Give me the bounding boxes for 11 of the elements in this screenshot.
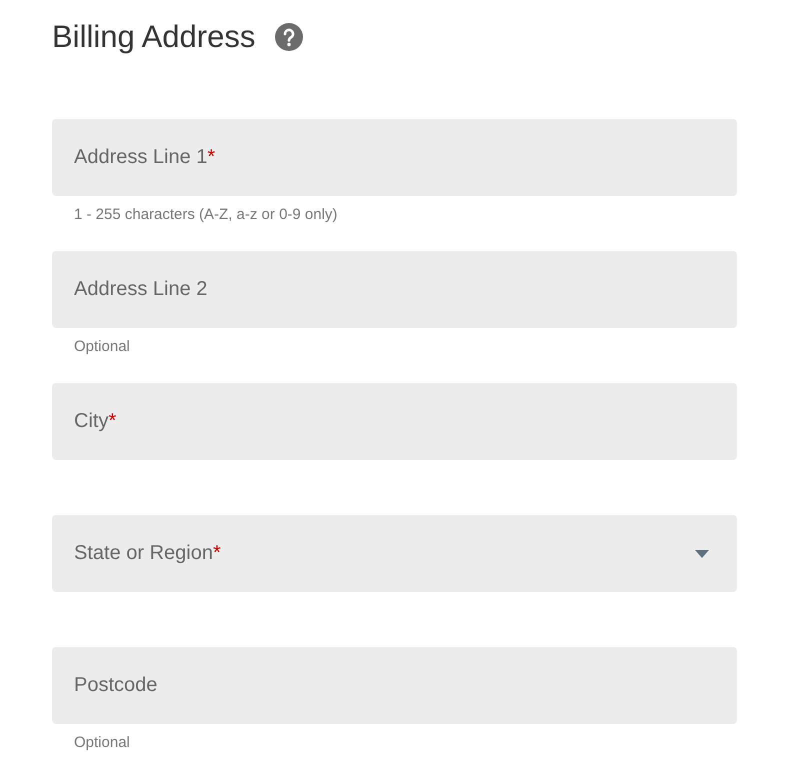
caret-icon xyxy=(695,550,709,558)
section-title: Billing Address xyxy=(52,19,256,55)
input-field[interactable]: Address Line 1* xyxy=(52,119,737,196)
helper-text: Optional xyxy=(74,734,130,751)
input-field[interactable]: City* xyxy=(52,383,737,460)
input-field[interactable]: Postcode xyxy=(52,647,737,724)
help-icon[interactable] xyxy=(275,23,304,51)
helper-text: Optional xyxy=(74,338,130,355)
dropdown-field[interactable]: State or Region* xyxy=(52,515,737,592)
input-field[interactable]: Address Line 2 xyxy=(52,251,737,328)
helper-text: 1 - 255 characters (A-Z, a-z or 0-9 only) xyxy=(74,206,338,223)
